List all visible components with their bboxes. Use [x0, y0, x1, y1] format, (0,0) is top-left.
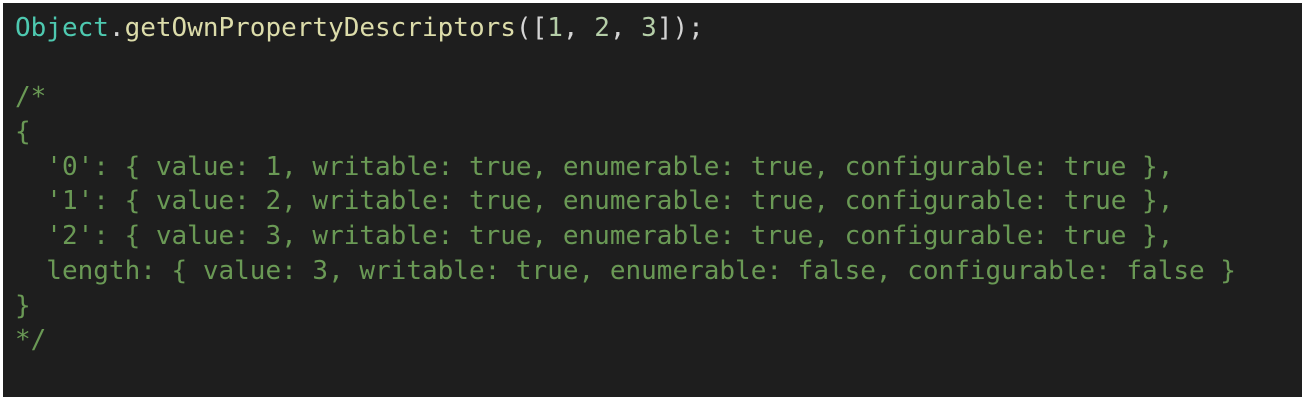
open-bracket-token: ([: [515, 13, 548, 43]
method-token: getOwnPropertyDescriptors: [124, 13, 516, 43]
object-token: Object: [15, 13, 109, 43]
comment-line: */: [15, 325, 47, 356]
close-bracket-token: ]);: [656, 13, 704, 43]
dot-token: .: [108, 13, 125, 43]
comment-line: '1': { value: 2, writable: true, enumera…: [15, 186, 1174, 217]
comment-line: }: [15, 290, 31, 321]
code-line-call: Object.getOwnPropertyDescriptors([1, 2, …: [15, 11, 1302, 46]
separator-token: ,: [562, 13, 595, 43]
comment-line: '2': { value: 3, writable: true, enumera…: [15, 221, 1174, 252]
number-token: 1: [547, 13, 563, 43]
number-token: 2: [594, 13, 610, 43]
separator-token: ,: [609, 13, 642, 43]
comment-line: /*: [15, 82, 47, 113]
comment-line: '0': { value: 1, writable: true, enumera…: [15, 151, 1174, 182]
number-token: 3: [641, 13, 657, 43]
code-editor: Object.getOwnPropertyDescriptors([1, 2, …: [3, 3, 1302, 397]
comment-line: length: { value: 3, writable: true, enum…: [15, 255, 1236, 286]
comment-line: {: [15, 117, 31, 148]
